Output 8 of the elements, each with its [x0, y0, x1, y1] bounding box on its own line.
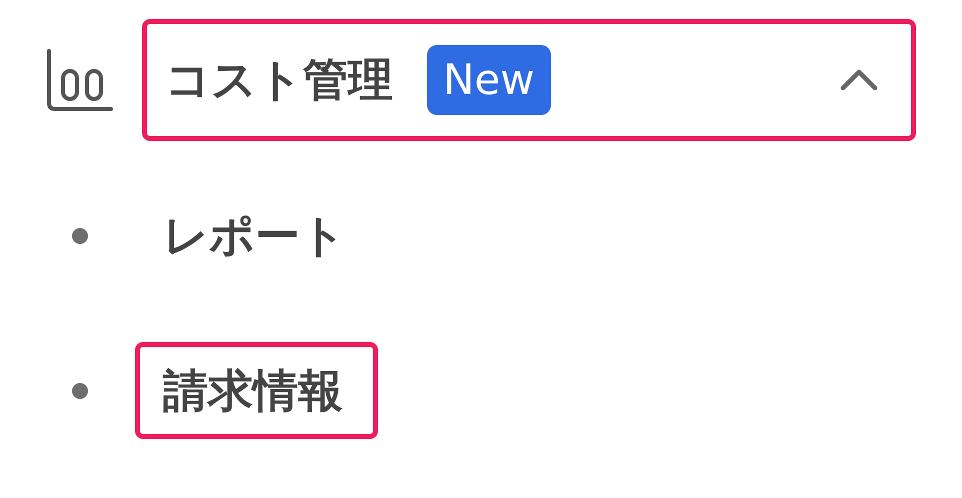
- submenu-item[interactable]: レポート: [135, 187, 381, 284]
- bullet-dot: [72, 382, 88, 398]
- new-badge: New: [427, 44, 551, 116]
- bullet-dot: [72, 228, 88, 244]
- submenu-item[interactable]: 請求情報: [135, 342, 378, 439]
- menu-section-header[interactable]: コスト管理 New: [142, 19, 916, 141]
- bar-chart-icon: [45, 47, 115, 113]
- caret-icon: [839, 68, 879, 92]
